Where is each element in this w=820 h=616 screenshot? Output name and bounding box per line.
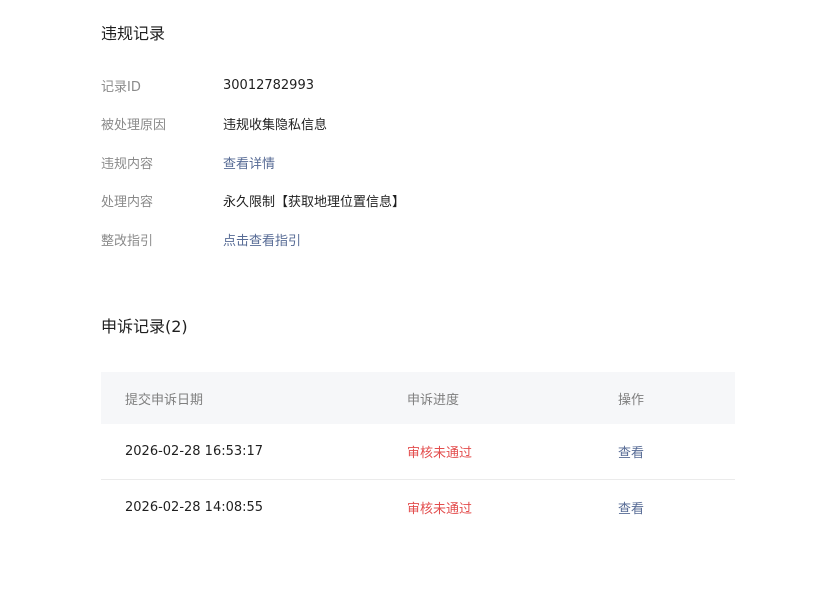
appeal-date: 2026-02-28 16:53:17 [125, 444, 264, 459]
guide-label: 整改指引 [101, 233, 154, 249]
info-row-violation-content: 违规内容 查看详情 [101, 152, 735, 172]
appeal-date: 2026-02-28 14:08:55 [125, 500, 264, 515]
record-id-value: 30012782993 [223, 77, 314, 93]
header-date: 提交申诉日期 [125, 392, 204, 408]
table-row: 2026-02-28 14:08:55 审核未通过 查看 [101, 480, 735, 535]
handling-label: 处理内容 [101, 195, 154, 210]
handling-value: 永久限制【获取地理位置信息】 [223, 195, 406, 210]
appeal-table-header: 提交申诉日期 申诉进度 操作 [101, 372, 735, 424]
view-guide-link[interactable]: 点击查看指引 [223, 230, 301, 249]
violation-content-label: 违规内容 [101, 156, 154, 172]
view-details-link[interactable]: 查看详情 [223, 153, 275, 172]
violation-record-title: 违规记录 [101, 24, 166, 43]
header-progress: 申诉进度 [407, 392, 460, 408]
info-row-reason: 被处理原因 违规收集隐私信息 [101, 114, 735, 134]
info-row-record-id: 记录ID 30012782993 [101, 75, 735, 95]
table-row: 2026-02-28 16:53:17 审核未通过 查看 [101, 424, 735, 480]
record-id-label: 记录ID [101, 79, 141, 95]
appeal-record-title: 申诉记录(2) [101, 317, 188, 336]
reason-label: 被处理原因 [101, 118, 167, 133]
info-row-handling: 处理内容 永久限制【获取地理位置信息】 [101, 191, 735, 211]
appeal-table: 提交申诉日期 申诉进度 操作 2026-02-28 16:53:17 审核未通过… [101, 372, 735, 535]
info-row-guide: 整改指引 点击查看指引 [101, 229, 735, 249]
view-appeal-link[interactable]: 查看 [618, 498, 735, 517]
view-appeal-link[interactable]: 查看 [618, 442, 735, 461]
appeal-status: 审核未通过 [407, 446, 473, 461]
appeal-status: 审核未通过 [407, 502, 473, 517]
reason-value: 违规收集隐私信息 [223, 118, 328, 133]
violation-info-list: 记录ID 30012782993 被处理原因 违规收集隐私信息 违规内容 查看详… [101, 75, 735, 268]
header-action: 操作 [618, 392, 645, 408]
